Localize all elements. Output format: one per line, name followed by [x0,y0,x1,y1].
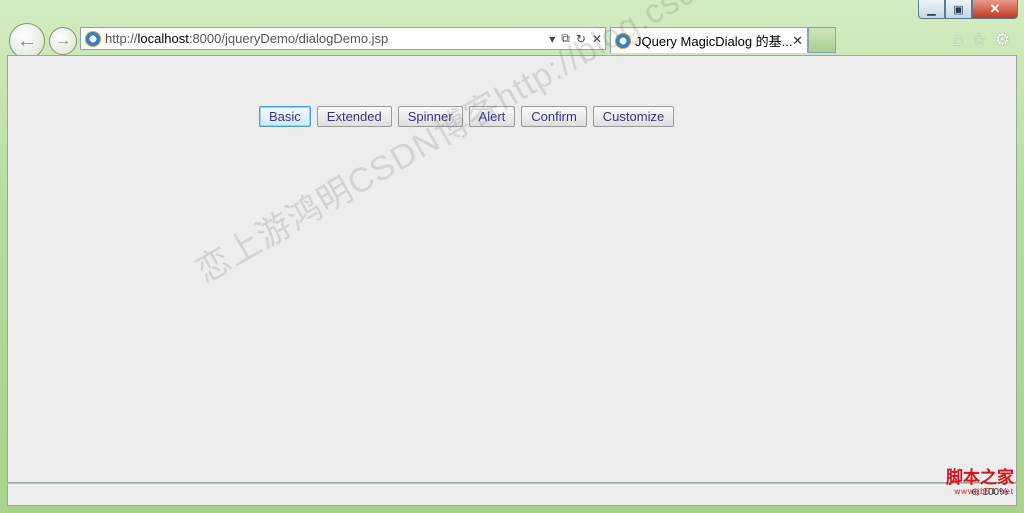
dialog-button-row: Basic Extended Spinner Alert Confirm Cus… [259,106,675,127]
refresh-icon[interactable]: ↻ [576,32,586,46]
gear-icon[interactable]: ⚙ [995,30,1010,50]
close-window-button[interactable]: ✕ [972,0,1018,19]
extended-button[interactable]: Extended [316,106,392,127]
ie-page-icon: e [85,30,101,47]
tab-active[interactable]: e JQuery MagicDialog 的基... ✕ [610,27,808,53]
arrow-right-icon: → [55,32,71,49]
favorites-icon[interactable]: ☆ [972,30,987,50]
new-tab-button[interactable] [808,27,836,53]
home-icon[interactable]: ⌂ [953,30,963,50]
basic-button[interactable]: Basic [259,106,311,127]
customize-button[interactable]: Customize [592,106,675,127]
stop-icon[interactable]: ✕ [592,32,602,46]
arrow-left-icon: ← [17,29,37,52]
alert-button[interactable]: Alert [468,106,516,127]
compatibility-view-icon[interactable]: ⧉ [561,31,570,46]
logo-main-text: 脚本之家 [946,468,1014,488]
logo-url-text: www.jb51.net [954,487,1014,496]
back-button[interactable]: ← [9,23,45,59]
browser-window: ▁ ▣ ✕ ← → e http://localhost:8000/jquery… [0,0,1024,513]
forward-button[interactable]: → [49,27,77,55]
page-content: Basic Extended Spinner Alert Confirm Cus… [7,55,1017,483]
site-logo: 脚本之家 www.jb51.net [946,468,1014,497]
status-bar: ⊕ 100% [7,484,1017,506]
window-controls: ▁ ▣ ✕ [918,0,1018,20]
tab-title: JQuery MagicDialog 的基... [635,34,793,49]
address-bar[interactable]: e http://localhost:8000/jqueryDemo/dialo… [80,27,606,50]
spinner-button[interactable]: Spinner [397,106,463,127]
confirm-button[interactable]: Confirm [521,106,587,127]
browser-toolbar: ⌂ ☆ ⚙ [953,30,1010,50]
maximize-button[interactable]: ▣ [945,0,972,19]
url-text[interactable]: http://localhost:8000/jqueryDemo/dialogD… [105,31,546,46]
dropdown-arrow-icon[interactable]: ▾ [549,32,555,46]
tab-close-icon[interactable]: ✕ [792,33,803,49]
ie-tab-icon: e [615,32,631,49]
minimize-button[interactable]: ▁ [918,0,945,19]
